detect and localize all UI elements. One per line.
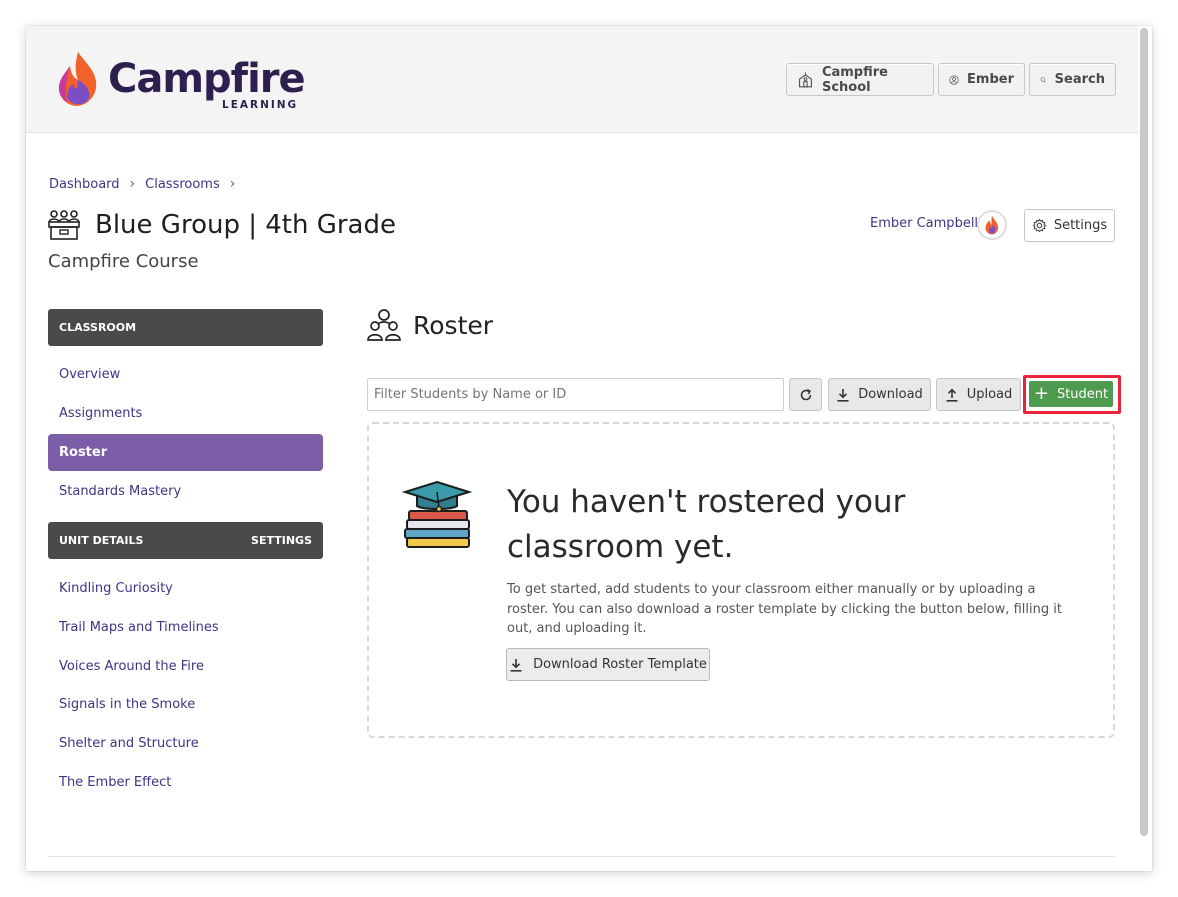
- sidebar-item-unit[interactable]: Kindling Curiosity: [48, 570, 323, 607]
- breadcrumb-dashboard[interactable]: Dashboard: [49, 177, 120, 192]
- download-template-label: Download Roster Template: [533, 657, 707, 672]
- chevron-right-icon: ›: [229, 176, 236, 192]
- sidebar-item-label: Assignments: [59, 406, 143, 421]
- school-button[interactable]: Campfire School: [786, 63, 934, 96]
- classroom-icon: [48, 210, 80, 240]
- upload-button[interactable]: Upload: [936, 378, 1021, 411]
- search-label: Search: [1054, 72, 1105, 87]
- settings-label: Settings: [1053, 218, 1108, 233]
- sidebar-item-label: Roster: [59, 445, 108, 460]
- campfire-logo[interactable]: Campfire LEARNING: [56, 50, 306, 114]
- sidebar-item-label: Shelter and Structure: [59, 736, 199, 751]
- settings-button[interactable]: Settings: [1024, 209, 1115, 242]
- logo-wordmark: Campfire: [108, 56, 306, 102]
- avatar[interactable]: [977, 210, 1007, 240]
- sidebar-item-label: Voices Around the Fire: [59, 659, 204, 674]
- breadcrumb-classrooms[interactable]: Classrooms: [145, 177, 220, 192]
- app-window: Campfire LEARNING Campfire School Ember: [26, 26, 1152, 871]
- sidebar-item-roster[interactable]: Roster: [48, 434, 323, 471]
- gear-icon: [1032, 218, 1047, 233]
- plus-icon: +: [1033, 383, 1049, 404]
- flame-avatar-icon: [985, 216, 999, 235]
- sidebar-item-unit[interactable]: The Ember Effect: [48, 764, 323, 801]
- download-icon: [837, 388, 849, 402]
- footer-divider: [48, 856, 1115, 857]
- roster-title: Roster: [413, 310, 494, 340]
- sidebar-item-label: Signals in the Smoke: [59, 697, 196, 712]
- empty-state-title: You haven't rostered your classroom yet.: [507, 484, 906, 565]
- refresh-button[interactable]: [789, 378, 822, 411]
- page-title-row: Blue Group | 4th Grade: [47, 209, 396, 241]
- top-header: Campfire LEARNING Campfire School Ember: [26, 26, 1138, 133]
- sidebar-item-assignments[interactable]: Assignments: [48, 395, 323, 432]
- sidebar-item-label: Kindling Curiosity: [59, 581, 173, 596]
- sidebar-item-standards-mastery[interactable]: Standards Mastery: [48, 473, 323, 510]
- chevron-right-icon: ›: [129, 176, 136, 192]
- scrollbar[interactable]: [1140, 28, 1148, 836]
- empty-state-panel: You haven't rostered your classroom yet.…: [367, 422, 1115, 738]
- download-label: Download: [858, 387, 923, 402]
- user-menu-button[interactable]: Ember: [938, 63, 1025, 96]
- sidebar-unit-details-header: UNIT DETAILS SETTINGS: [48, 522, 323, 559]
- download-icon: [510, 658, 522, 672]
- download-button[interactable]: Download: [828, 378, 931, 411]
- sidebar-item-unit[interactable]: Signals in the Smoke: [48, 686, 323, 723]
- sidebar-item-overview[interactable]: Overview: [48, 356, 323, 393]
- unit-settings-link[interactable]: SETTINGS: [251, 534, 312, 547]
- filter-students-input[interactable]: [367, 378, 784, 411]
- breadcrumb: Dashboard › Classrooms ›: [49, 176, 245, 192]
- sidebar-item-label: Standards Mastery: [59, 484, 182, 499]
- search-button[interactable]: Search: [1029, 63, 1116, 96]
- add-student-label: Student: [1056, 386, 1109, 402]
- empty-state-text: To get started, add students to your cla…: [507, 582, 1062, 636]
- refresh-icon: [800, 388, 811, 400]
- add-student-button[interactable]: + Student: [1029, 381, 1113, 407]
- sidebar-item-label: Overview: [59, 367, 121, 382]
- page-title: Blue Group | 4th Grade: [95, 210, 396, 240]
- graduation-books-icon: [401, 480, 473, 548]
- sidebar-item-label: The Ember Effect: [59, 775, 172, 790]
- users-group-icon: [367, 309, 401, 341]
- page-subtitle: Campfire Course: [48, 251, 199, 272]
- sidebar-item-label: Trail Maps and Timelines: [59, 620, 219, 635]
- school-label: Campfire School: [821, 64, 888, 95]
- user-label: Ember: [967, 72, 1014, 87]
- upload-icon: [946, 388, 958, 402]
- roster-heading: Roster: [367, 308, 493, 342]
- teacher-name-link[interactable]: Ember Campbell: [870, 216, 978, 231]
- classroom-header-label: CLASSROOM: [59, 321, 137, 334]
- sidebar-item-unit[interactable]: Trail Maps and Timelines: [48, 609, 323, 646]
- unit-details-label: UNIT DETAILS: [59, 534, 144, 547]
- upload-label: Upload: [966, 387, 1013, 402]
- user-circle-icon: [949, 74, 959, 85]
- flame-logo-icon: [58, 52, 97, 106]
- search-icon: [1040, 76, 1046, 83]
- sidebar-item-unit[interactable]: Shelter and Structure: [48, 725, 323, 762]
- sidebar-classroom-header: CLASSROOM: [48, 309, 323, 346]
- school-icon: [798, 71, 813, 87]
- sidebar-item-unit[interactable]: Voices Around the Fire: [48, 648, 323, 685]
- download-roster-template-button[interactable]: Download Roster Template: [506, 648, 710, 681]
- logo-subtext: LEARNING: [222, 99, 299, 111]
